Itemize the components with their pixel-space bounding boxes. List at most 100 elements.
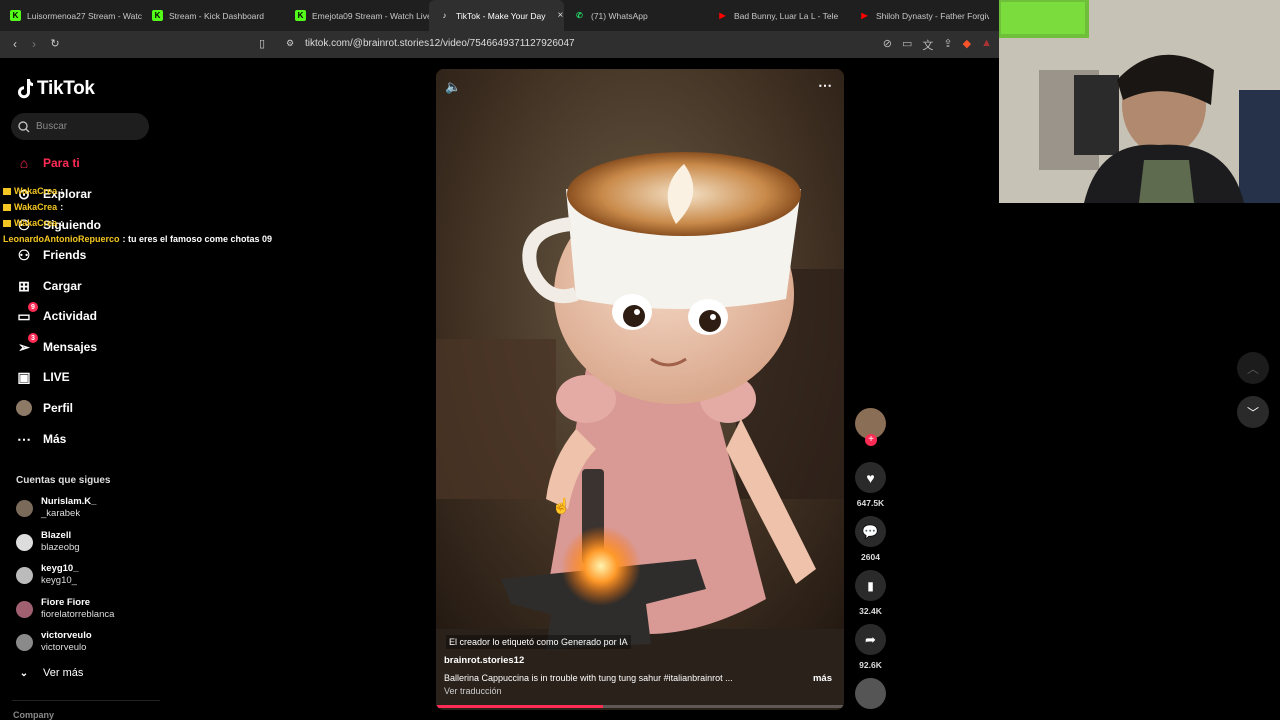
tab-label: TikTok - Make Your Day	[456, 10, 546, 21]
search-placeholder: Buscar	[36, 121, 68, 132]
followed-account[interactable]: keyg10_ keyg10_	[16, 563, 79, 587]
search-icon	[18, 120, 30, 132]
author-avatar[interactable]: +	[853, 408, 888, 446]
volume-icon[interactable]: 🔈	[445, 79, 461, 95]
account-names: victorveulo victorveulo	[41, 630, 92, 654]
share-icon[interactable]: ⇪	[943, 37, 952, 53]
webcam-overlay	[999, 0, 1280, 203]
webcam-frame	[999, 0, 1280, 203]
tiktok-icon	[18, 79, 33, 99]
author-name[interactable]: brainrot.stories12	[444, 655, 524, 666]
tab-label: Shiloh Dynasty - Father Forgiv	[876, 10, 989, 21]
whatsapp-icon: ✆	[576, 11, 583, 20]
profile-icon	[16, 400, 32, 416]
tab-label: Bad Bunny, Luar La L - Tele	[734, 10, 839, 21]
kick-icon: K	[295, 10, 306, 21]
next-video-button[interactable]: ﹀	[1237, 396, 1269, 428]
previous-video-button[interactable]: ︿	[1237, 352, 1269, 384]
browser-tab[interactable]: K Luisormenoa27 Stream - Watch	[0, 0, 142, 31]
chat-username: LeonardoAntonioRepuerco	[3, 234, 120, 244]
music-disc-icon	[855, 678, 886, 709]
brave-rewards-icon[interactable]: ▲	[981, 37, 992, 53]
more-options-icon[interactable]: ⋯	[818, 77, 832, 94]
ai-generated-label: El creador lo etiquetó como Generado por…	[446, 635, 631, 649]
logo-text: TikTok	[37, 78, 95, 99]
chat-message: WakaCrea:	[3, 186, 63, 196]
youtube-icon: ▶	[861, 11, 868, 20]
reload-icon[interactable]: ↻	[45, 37, 65, 50]
screen-icon[interactable]: ▭	[902, 37, 912, 53]
translate-link[interactable]: Ver traducción	[444, 686, 502, 696]
sidebar-item-label: Para ti	[43, 156, 80, 170]
followed-account[interactable]: victorveulo victorveulo	[16, 630, 92, 654]
sidebar-item-mensajes[interactable]: ➢ 3 Mensajes	[16, 333, 98, 355]
account-handle: victorveulo	[41, 642, 87, 653]
follow-plus-icon[interactable]: +	[865, 434, 877, 446]
sidebar-item-perfil[interactable]: Perfil	[16, 400, 73, 416]
sidebar-item-label: Friends	[43, 248, 87, 262]
browser-tab[interactable]: ▶ Bad Bunny, Luar La L - Tele	[707, 0, 849, 31]
tiktok-icon: ♪	[442, 11, 447, 20]
followed-account[interactable]: Fiore Fiore fiorelatorreblanca	[16, 597, 114, 621]
brave-shield-icon[interactable]: ◆	[963, 37, 971, 53]
account-handle: blazeobg	[41, 542, 80, 553]
youtube-icon: ▶	[719, 11, 726, 20]
share-button[interactable]: ➦ 92.6K	[853, 624, 888, 670]
site-info-icon[interactable]: ⚙	[286, 38, 294, 49]
video-frame	[436, 69, 844, 710]
account-name: Nurislam.K_	[41, 496, 97, 507]
music-disc[interactable]	[853, 678, 888, 709]
chat-badge-icon	[3, 188, 11, 195]
tab-label: Luisormenoa27 Stream - Watch	[27, 10, 142, 21]
url-field[interactable]: tiktok.com/@brainrot.stories12/video/754…	[305, 38, 575, 49]
sidebar-item-label: Mensajes	[43, 340, 98, 354]
sidebar-item-friends[interactable]: ⚇ Friends	[16, 247, 87, 263]
video-player[interactable]: 🔈 ⋯ El creador lo etiquetó como Generado…	[436, 69, 844, 710]
comment-button[interactable]: 💬 2604	[853, 516, 888, 562]
browser-tab[interactable]: ✆ (71) WhatsApp	[564, 0, 707, 31]
back-icon[interactable]: ‹	[5, 37, 25, 51]
sidebar-item-más[interactable]: ⋯ Más	[16, 431, 66, 447]
chat-username: WakaCrea	[14, 218, 58, 228]
close-tab-icon[interactable]: ×	[557, 10, 563, 21]
translate-icon[interactable]: 文	[922, 37, 933, 53]
no-tracking-icon[interactable]: ⊘	[883, 37, 892, 53]
notification-badge: 9	[28, 302, 38, 312]
browser-tab[interactable]: ♪ TikTok - Make Your Day ×	[429, 0, 564, 31]
sidebar-item-live[interactable]: ▣ LIVE	[16, 369, 69, 385]
home-icon: ⌂	[19, 155, 29, 171]
account-names: keyg10_ keyg10_	[41, 563, 79, 587]
like-count: 647.5K	[856, 498, 885, 508]
bookmark-icon: ▮	[867, 578, 874, 593]
see-more-button[interactable]: ⌄ Ver más	[16, 665, 84, 681]
sidebar-item-actividad[interactable]: ▭ 9 Actividad	[16, 302, 97, 324]
followed-account[interactable]: Blazell blazeobg	[16, 530, 80, 554]
browser-tab[interactable]: K Stream - Kick Dashboard	[142, 0, 285, 31]
chevron-down-icon: ﹀	[1246, 405, 1259, 420]
forward-icon[interactable]: ›	[24, 37, 44, 51]
sidebar-item-para-ti[interactable]: ⌂ Para ti	[16, 155, 80, 171]
chat-badge-icon	[3, 220, 11, 227]
followed-account[interactable]: Nurislam.K_ _karabek	[16, 496, 96, 520]
search-input[interactable]: Buscar	[11, 113, 149, 140]
bookmark-icon[interactable]: ▯	[259, 37, 265, 50]
company-link[interactable]: Company	[13, 710, 54, 720]
tiktok-logo[interactable]: TikTok	[15, 78, 95, 100]
see-more-label: Ver más	[43, 667, 84, 679]
comment-icon: 💬	[862, 523, 879, 539]
browser-tab[interactable]: K Emejota09 Stream - Watch Live	[285, 0, 429, 31]
save-button[interactable]: ▮ 32.4K	[853, 570, 888, 616]
like-button[interactable]: ♥ 647.5K	[853, 462, 888, 508]
avatar	[16, 566, 33, 584]
chat-text: : tu eres el famoso come chotas 09	[122, 234, 273, 244]
chat-message: WakaCrea:	[3, 202, 63, 212]
chevron-up-icon: ︿	[1246, 361, 1259, 376]
video-caption: Ballerina Cappuccina is in trouble with …	[444, 673, 733, 683]
sidebar: TikTok Buscar ⌂ Para ti ⊙ Explorar ⚇ Siguiend…	[0, 58, 170, 720]
caption-more-button[interactable]: más	[813, 673, 832, 684]
browser-tab[interactable]: ▶ Shiloh Dynasty - Father Forgiv	[849, 0, 989, 31]
chat-text: :	[60, 186, 64, 196]
progress-track[interactable]	[436, 705, 844, 708]
more-icon: ⋯	[17, 430, 31, 447]
sidebar-item-cargar[interactable]: ⊞ Cargar	[16, 278, 82, 294]
